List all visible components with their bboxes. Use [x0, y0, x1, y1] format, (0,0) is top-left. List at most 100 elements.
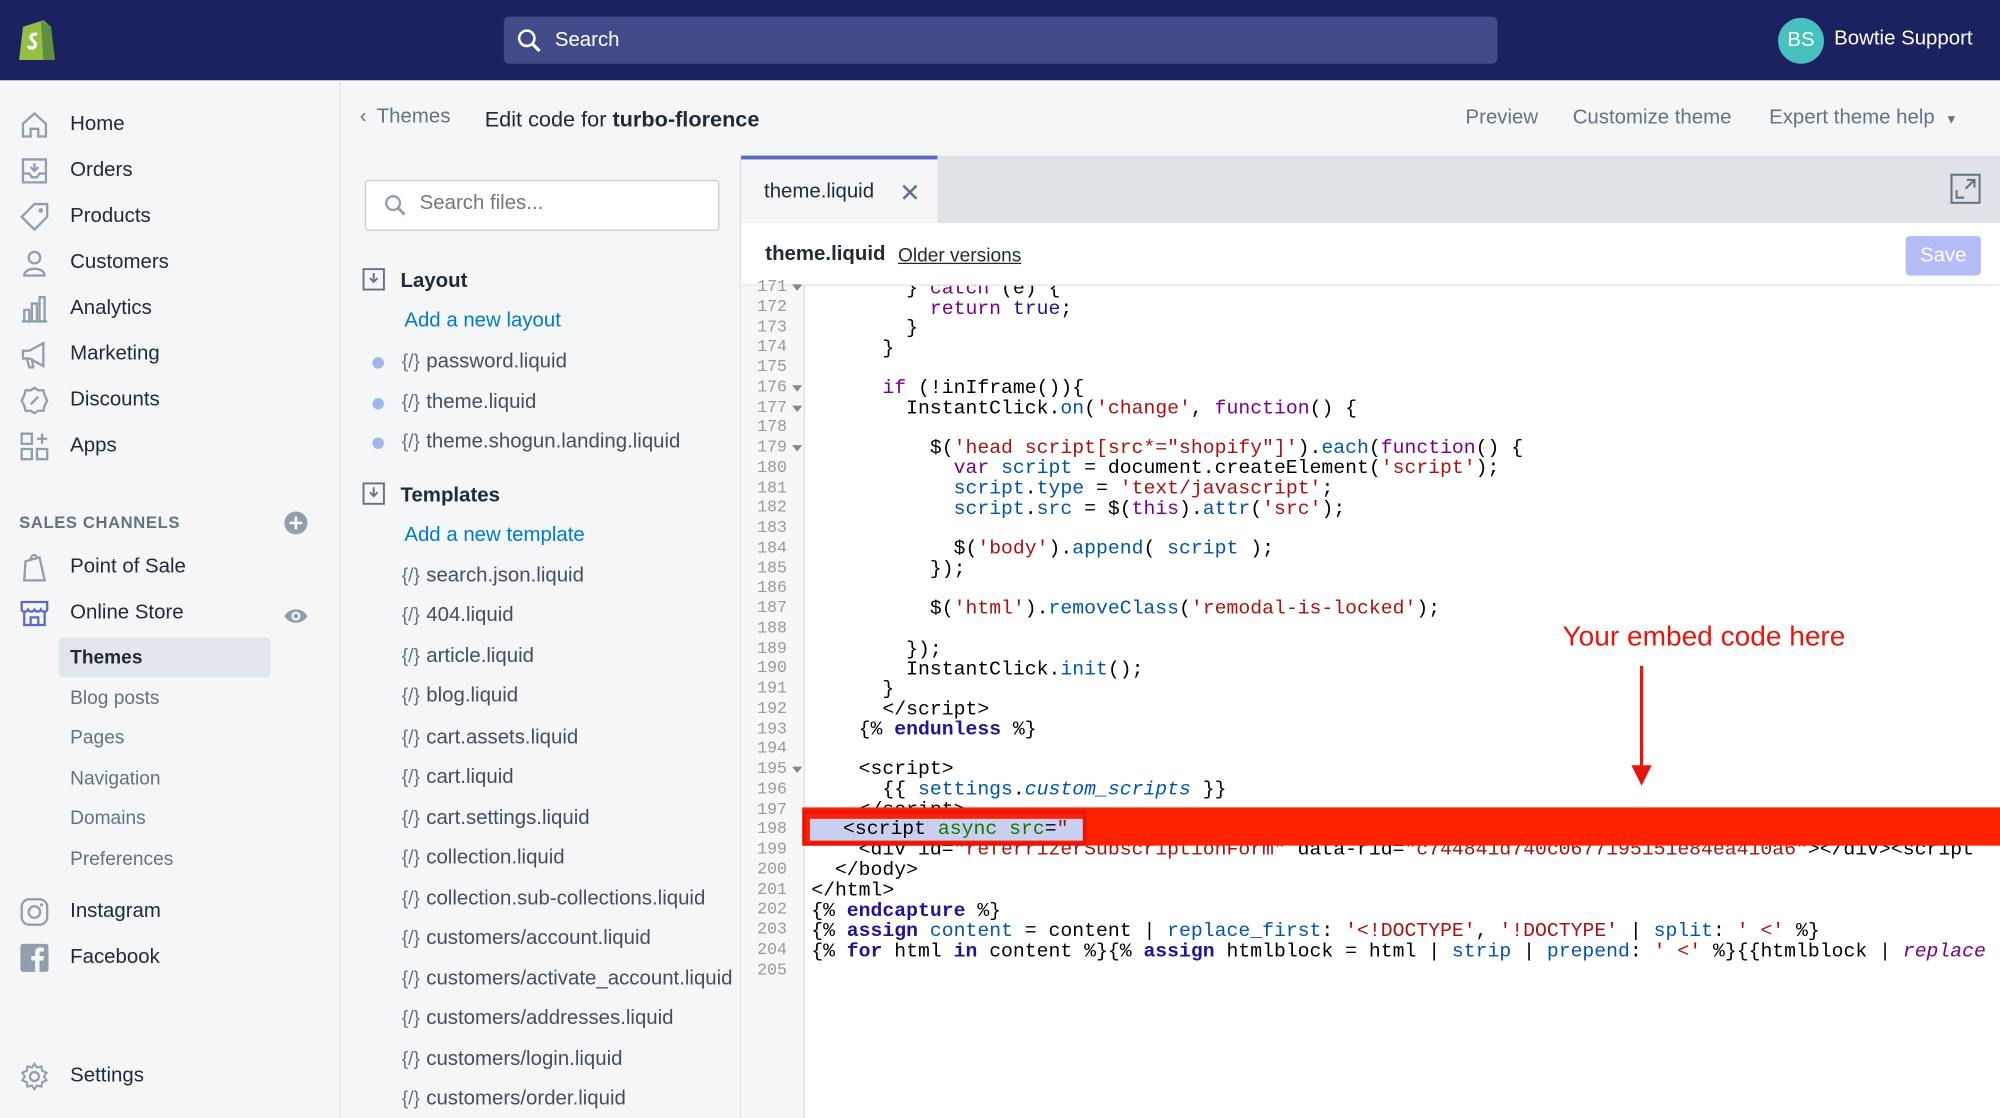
- global-search[interactable]: Search: [503, 16, 1498, 64]
- file-item[interactable]: {/} customers/addresses.liquid: [402, 1008, 674, 1031]
- file-label: customers/account.liquid: [426, 927, 651, 949]
- modified-dot: [372, 357, 384, 369]
- close-icon[interactable]: ✕: [899, 177, 920, 209]
- file-item[interactable]: {/} cart.settings.liquid: [402, 807, 590, 830]
- liquid-file-icon: {/}: [401, 807, 420, 830]
- line-number: 186: [757, 578, 787, 598]
- modified-dot: [372, 397, 384, 410]
- page-header: ‹ Themes Edit code for turbo-florence Pre…: [340, 80, 2000, 156]
- templates-section-heading[interactable]: Templates: [362, 482, 500, 508]
- sidebar-sub-blog-posts[interactable]: Blog posts: [59, 679, 271, 719]
- file-item[interactable]: {/} customers/activate_account.liquid: [402, 968, 733, 991]
- file-item[interactable]: {/} customers/order.liquid: [402, 1088, 626, 1111]
- line-number: 194: [757, 738, 787, 758]
- sidebar-item-label: Orders: [70, 159, 133, 182]
- sidebar-item-instagram[interactable]: Instagram: [0, 894, 341, 932]
- fold-arrow-icon[interactable]: [792, 384, 803, 392]
- shopify-logo-icon[interactable]: [15, 17, 58, 63]
- layout-section-heading[interactable]: Layout: [362, 268, 467, 294]
- customize-theme-link[interactable]: Customize theme: [1573, 107, 1732, 130]
- fold-arrow-icon[interactable]: [792, 284, 803, 291]
- preview-link[interactable]: Preview: [1466, 107, 1539, 130]
- sidebar-item-label: Home: [70, 113, 125, 136]
- sidebar-item-customers[interactable]: Customers: [0, 245, 341, 283]
- sidebar-item-point-of-sale[interactable]: Point of Sale: [0, 550, 341, 588]
- fold-arrow-icon[interactable]: [792, 445, 803, 452]
- sidebar-item-apps[interactable]: Apps: [0, 429, 341, 467]
- file-item[interactable]: {/} blog.liquid: [402, 685, 518, 708]
- file-item[interactable]: {/} 404.liquid: [402, 605, 514, 628]
- add-layout-link[interactable]: Add a new layout: [404, 310, 561, 333]
- expand-icon[interactable]: [1950, 173, 1981, 204]
- sidebar-item-settings[interactable]: Settings: [0, 1059, 341, 1097]
- line-number: 188: [757, 618, 787, 638]
- search-icon: [517, 29, 541, 53]
- line-number: 195: [757, 758, 787, 779]
- file-label: search.json.liquid: [426, 565, 584, 587]
- store-icon: [20, 600, 49, 627]
- sidebar-item-label: Analytics: [70, 297, 152, 319]
- file-item[interactable]: {/} theme.liquid: [402, 392, 537, 415]
- sidebar-sub-label: Themes: [70, 646, 143, 669]
- gear-icon: [20, 1061, 49, 1092]
- instagram-icon: [20, 898, 49, 926]
- sidebar-item-discounts[interactable]: Discounts: [0, 383, 341, 421]
- tag-icon: [20, 202, 49, 232]
- add-template-link[interactable]: Add a new template: [404, 524, 584, 547]
- file-item[interactable]: {/} theme.shogun.landing.liquid: [402, 431, 681, 454]
- back-to-themes-link[interactable]: ‹ Themes: [360, 106, 451, 129]
- tab-theme-liquid[interactable]: theme.liquid ✕: [741, 155, 938, 224]
- sidebar-item-label: Apps: [70, 434, 117, 457]
- sidebar-sub-pages[interactable]: Pages: [59, 718, 271, 758]
- editor-tab-bar: theme.liquid ✕: [741, 155, 2000, 224]
- file-item[interactable]: {/} cart.assets.liquid: [402, 727, 578, 750]
- line-number: 191: [757, 678, 787, 698]
- sidebar-item-label: Customers: [70, 251, 169, 273]
- file-item[interactable]: {/} search.json.liquid: [402, 565, 584, 588]
- sidebar-item-orders[interactable]: Orders: [0, 153, 341, 191]
- sidebar-sub-themes[interactable]: Themes: [58, 637, 271, 678]
- sidebar-sub-navigation[interactable]: Navigation: [59, 759, 271, 799]
- home-icon: [21, 111, 48, 138]
- view-store-eye-icon[interactable]: [283, 603, 309, 629]
- line-number: 200: [757, 859, 787, 879]
- file-search[interactable]: [364, 179, 720, 231]
- sidebar-item-products[interactable]: Products: [0, 199, 341, 237]
- modified-dot: [372, 437, 384, 449]
- expert-theme-help-link[interactable]: Expert theme help ▼: [1769, 107, 1957, 130]
- sidebar-sub-domains[interactable]: Domains: [59, 798, 271, 838]
- file-label: password.liquid: [426, 350, 567, 373]
- code-area[interactable]: } catch (e) { return true; } } if (!inIf…: [805, 286, 2000, 1118]
- older-versions-link[interactable]: Older versions: [898, 245, 1021, 267]
- sidebar-item-home[interactable]: Home: [0, 107, 341, 145]
- code-line: }: [811, 336, 895, 360]
- file-item[interactable]: {/} customers/account.liquid: [402, 927, 651, 950]
- file-item[interactable]: {/} customers/login.liquid: [402, 1048, 623, 1071]
- fold-arrow-icon[interactable]: [792, 404, 803, 412]
- line-number: 193: [757, 718, 787, 738]
- sidebar-item-marketing[interactable]: Marketing: [0, 337, 341, 375]
- line-number: 198: [757, 819, 787, 839]
- file-label: customers/addresses.liquid: [426, 1007, 674, 1030]
- file-search-input[interactable]: [419, 192, 701, 216]
- file-item[interactable]: {/} article.liquid: [402, 645, 534, 668]
- liquid-file-icon: {/}: [401, 927, 420, 949]
- add-channel-icon[interactable]: [283, 510, 309, 536]
- avatar[interactable]: BS: [1778, 17, 1824, 64]
- file-label: article.liquid: [426, 645, 535, 668]
- sidebar-item-facebook[interactable]: Facebook: [0, 940, 341, 978]
- section-label: Layout: [400, 270, 468, 293]
- bar-chart-icon: [21, 296, 48, 323]
- file-item[interactable]: {/} collection.liquid: [402, 847, 565, 870]
- file-item[interactable]: {/} password.liquid: [402, 351, 567, 374]
- code-line: });: [811, 557, 966, 581]
- file-item[interactable]: {/} collection.sub-collections.liquid: [402, 888, 706, 911]
- fold-arrow-icon[interactable]: [792, 766, 803, 773]
- sidebar-sub-preferences[interactable]: Preferences: [59, 839, 271, 879]
- sidebar-item-analytics[interactable]: Analytics: [0, 291, 341, 329]
- file-item[interactable]: {/} cart.liquid: [402, 767, 514, 790]
- person-icon: [23, 250, 46, 277]
- save-button[interactable]: Save: [1905, 235, 1981, 276]
- user-name[interactable]: Bowtie Support: [1834, 28, 1972, 51]
- line-number: 173: [757, 316, 787, 337]
